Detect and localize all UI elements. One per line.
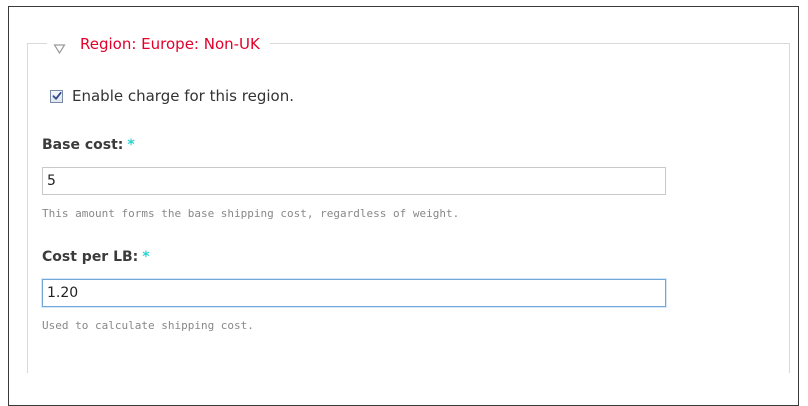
checkmark-icon bbox=[52, 91, 62, 100]
cost-per-lb-description: Used to calculate shipping cost. bbox=[42, 319, 254, 332]
cost-per-lb-label-text: Cost per LB: bbox=[42, 249, 139, 265]
cost-per-lb-label: Cost per LB: * bbox=[42, 249, 150, 265]
base-cost-label: Base cost: * bbox=[42, 137, 135, 153]
enable-charge-row: Enable charge for this region. bbox=[50, 87, 294, 105]
region-title[interactable]: Region: Europe: Non-UK bbox=[80, 33, 260, 55]
base-cost-input[interactable] bbox=[42, 167, 666, 195]
region-legend[interactable]: Region: Europe: Non-UK bbox=[47, 33, 270, 55]
cost-per-lb-input[interactable] bbox=[42, 279, 666, 307]
enable-charge-checkbox[interactable] bbox=[50, 89, 63, 103]
required-marker: * bbox=[127, 137, 135, 153]
base-cost-label-text: Base cost: bbox=[42, 137, 124, 153]
enable-charge-label[interactable]: Enable charge for this region. bbox=[72, 87, 294, 105]
triangle-down-icon[interactable] bbox=[53, 39, 66, 54]
base-cost-description: This amount forms the base shipping cost… bbox=[42, 207, 460, 220]
required-marker: * bbox=[142, 249, 150, 265]
